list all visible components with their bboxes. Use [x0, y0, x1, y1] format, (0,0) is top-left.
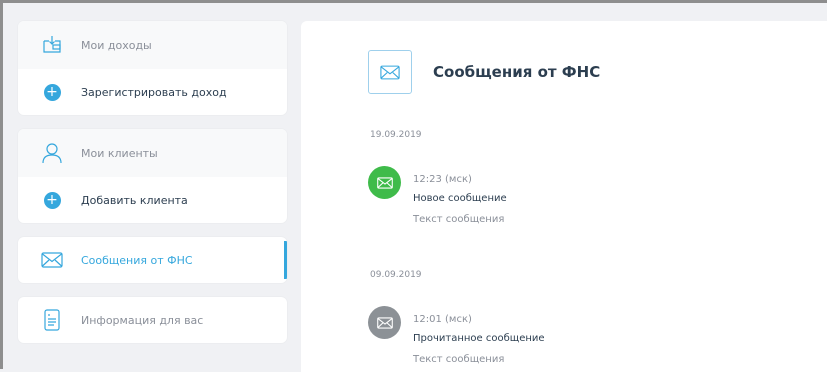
user-icon: [40, 141, 64, 165]
sidebar-item-label: Мои клиенты: [81, 146, 158, 160]
sidebar-item-label: Зарегистрировать доход: [81, 85, 227, 99]
document-icon: [40, 308, 64, 332]
sidebar-item-info[interactable]: Информация для вас: [18, 297, 287, 343]
page-title: Сообщения от ФНС: [433, 63, 601, 81]
page-header: Сообщения от ФНС: [368, 50, 600, 94]
message-item-read[interactable]: 12:01 (мск) Прочитанное сообщение Текст …: [368, 306, 545, 365]
sidebar-item-label: Сообщения от ФНС: [81, 253, 193, 267]
sidebar-item-label: Добавить клиента: [81, 193, 188, 207]
message-time: 12:23 (мск): [413, 174, 472, 185]
sidebar-item-my-income[interactable]: Мои доходы: [18, 21, 287, 69]
sidebar: Мои доходы + Зарегистрировать доход Мои …: [18, 21, 287, 357]
main-panel: Сообщения от ФНС 19.09.2019 12:23 (мск) …: [301, 21, 827, 372]
date-label: 09.09.2019: [370, 270, 422, 280]
sidebar-item-label: Мои доходы: [81, 38, 152, 52]
message-item-new[interactable]: 12:23 (мск) Новое сообщение Текст сообще…: [368, 166, 507, 225]
active-indicator: [284, 241, 287, 279]
envelope-icon: [368, 50, 412, 94]
income-card: Мои доходы + Зарегистрировать доход: [18, 21, 287, 115]
message-title: Новое сообщение: [413, 193, 507, 204]
sidebar-item-my-clients[interactable]: Мои клиенты: [18, 129, 287, 177]
sidebar-item-label: Информация для вас: [81, 313, 204, 327]
envelope-icon: [368, 166, 401, 199]
add-client-button[interactable]: + Добавить клиента: [18, 177, 287, 223]
message-body: Текст сообщения: [413, 354, 505, 365]
plus-icon: +: [40, 188, 64, 212]
date-label: 19.09.2019: [370, 130, 422, 140]
message-title: Прочитанное сообщение: [413, 333, 545, 344]
clients-card: Мои клиенты + Добавить клиента: [18, 129, 287, 223]
wallet-icon: [40, 33, 64, 57]
sidebar-item-fns-messages[interactable]: Сообщения от ФНС: [18, 237, 287, 283]
plus-icon: +: [40, 80, 64, 104]
message-time: 12:01 (мск): [413, 314, 472, 325]
envelope-icon: [40, 248, 64, 272]
app-frame: Мои доходы + Зарегистрировать доход Мои …: [0, 0, 827, 372]
register-income-button[interactable]: + Зарегистрировать доход: [18, 69, 287, 115]
envelope-icon: [368, 306, 401, 339]
message-body: Текст сообщения: [413, 214, 505, 225]
